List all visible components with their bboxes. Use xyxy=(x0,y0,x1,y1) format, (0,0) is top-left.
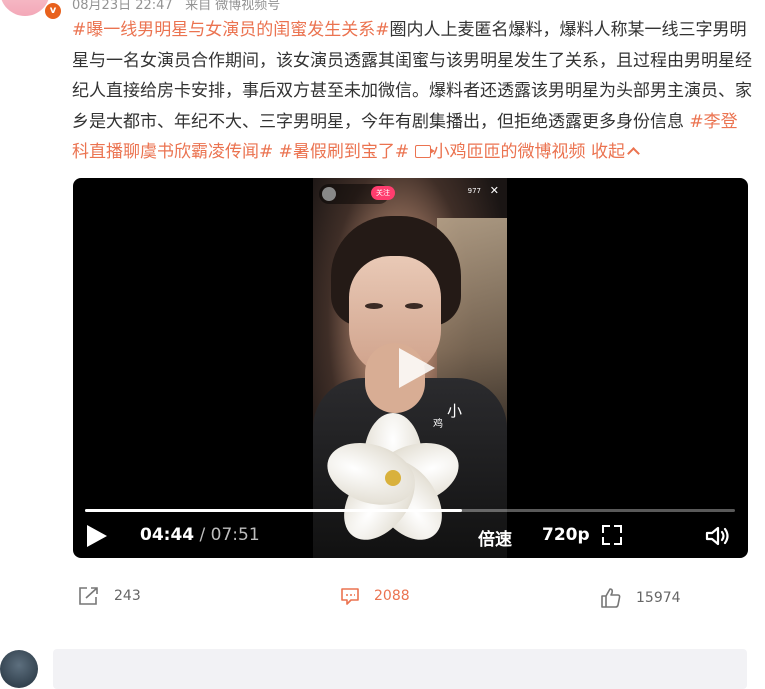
big-play-icon[interactable] xyxy=(391,348,435,388)
like-count: 15974 xyxy=(636,590,681,606)
thumbs-up-icon xyxy=(601,588,621,608)
live-follow-badge: 关注 xyxy=(371,186,395,200)
progress-fill xyxy=(85,509,462,512)
comment-count: 2088 xyxy=(374,588,410,604)
current-time: 04:44 xyxy=(140,525,195,545)
post-meta: 08月23日 22:47 来自 微博视频号 xyxy=(72,0,280,13)
post-source: 来自 微博视频号 xyxy=(185,0,281,13)
comment-input[interactable] xyxy=(53,649,747,689)
user-avatar[interactable] xyxy=(0,650,38,688)
video-player[interactable]: 关注 977 ✕ 小 鸡 04:44 / 07:51 倍速 720p xyxy=(73,178,748,558)
speed-button[interactable]: 倍速 xyxy=(478,525,512,550)
like-button[interactable]: 15974 xyxy=(600,584,681,612)
overlay-text: 小 xyxy=(447,402,463,420)
post-date[interactable]: 08月23日 22:47 xyxy=(72,0,173,13)
chevron-up-icon xyxy=(627,147,640,160)
fullscreen-icon[interactable] xyxy=(602,525,622,545)
close-icon: ✕ xyxy=(489,184,499,197)
progress-bar[interactable] xyxy=(85,509,735,512)
play-icon[interactable] xyxy=(87,525,107,547)
live-viewers: 977 xyxy=(467,187,481,195)
video-link[interactable]: 小鸡匝匝的微博视频 xyxy=(414,142,586,162)
duration: 07:51 xyxy=(210,525,260,545)
video-link-icon xyxy=(414,145,435,158)
comment-button[interactable]: 2088 xyxy=(340,582,410,610)
collapse-button[interactable]: 收起 xyxy=(591,142,640,162)
post-text: #曝一线男明星与女演员的闺蜜发生关系#圈内人上麦匿名爆料，爆料人称某一线三字男明… xyxy=(72,15,752,168)
topic-link[interactable]: #曝一线男明星与女演员的闺蜜发生关系# xyxy=(72,20,390,40)
topic-link[interactable]: #暑假刷到宝了# xyxy=(279,142,410,162)
overlay-text: 鸡 xyxy=(433,419,443,430)
author-avatar[interactable] xyxy=(0,0,50,16)
video-controls: 04:44 / 07:51 倍速 720p xyxy=(73,518,748,554)
share-count: 243 xyxy=(114,588,141,604)
time-display: 04:44 / 07:51 xyxy=(140,525,260,545)
share-icon xyxy=(79,587,98,605)
volume-icon[interactable] xyxy=(705,526,731,546)
share-button[interactable]: 243 xyxy=(78,582,141,610)
verified-badge-icon: v xyxy=(44,2,62,20)
quality-button[interactable]: 720p xyxy=(542,525,590,545)
comment-icon xyxy=(341,588,359,605)
